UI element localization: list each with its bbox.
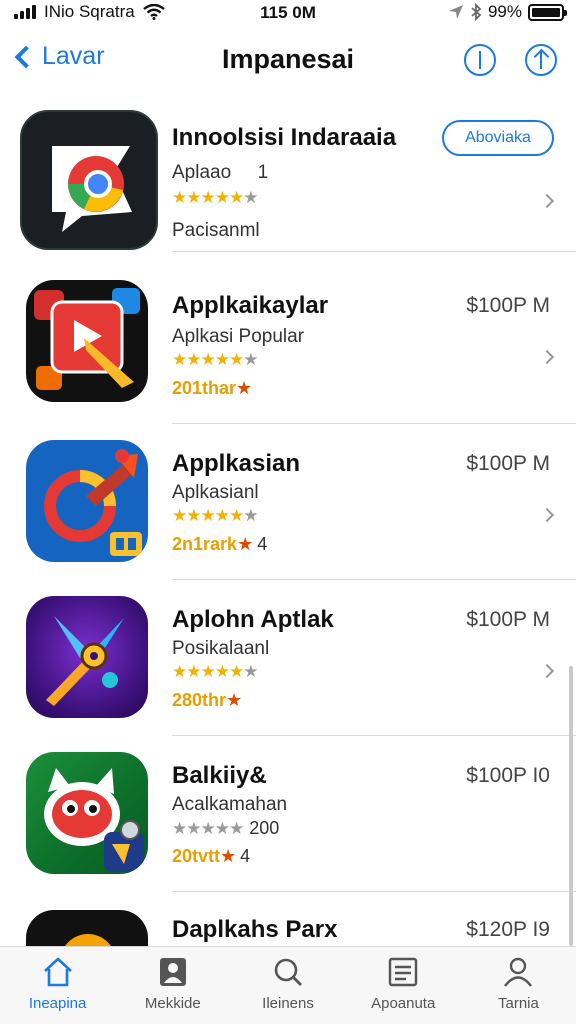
tab-label: Ineapina (28, 995, 87, 1012)
portrait-icon (159, 958, 186, 986)
price-label[interactable]: $100P M (466, 294, 550, 318)
info-icon[interactable] (464, 44, 496, 76)
tab-label: Tarnia (497, 995, 539, 1012)
star-rating: ★★★★★★ (172, 662, 258, 681)
rank-label: 20tvtt★ 4 (172, 846, 251, 866)
list-item[interactable]: Aplohn Aptlak $100P M Posikalaanl ★★★★★★… (0, 580, 576, 736)
rank-label: 280thr★ (172, 690, 243, 710)
app-name: Daplkahs Parx (172, 916, 338, 943)
list-item[interactable]: Balkiiy& $100P I0 Acalkamahan ★★★★★ 200 2… (0, 736, 576, 892)
app-name: Balkiiy& (172, 762, 267, 789)
battery-icon (528, 3, 567, 21)
app-meta: Pacisanml (172, 220, 260, 241)
app-icon-play-cursor (26, 280, 148, 402)
app-icon-cartoon-cat (26, 752, 148, 874)
app-name: Applkaikaylar (172, 292, 329, 319)
divider (172, 250, 576, 252)
list-item[interactable]: Applkasian $100P M Aplkasianl ★★★★★★ 2n1… (0, 424, 576, 580)
app-name: Innoolsisi Indaraaia (172, 124, 397, 151)
scrollbar[interactable] (569, 666, 573, 946)
rank-label: 2n1rark★ 4 (172, 534, 268, 554)
tab-profile[interactable]: Tarnia (461, 947, 576, 1024)
battery-fill (532, 7, 560, 17)
bluetooth-icon (471, 3, 482, 21)
share-icon[interactable] (525, 44, 557, 76)
person-icon (504, 957, 533, 987)
price-label[interactable]: $120P I9 (466, 918, 550, 942)
app-subtitle: Aplkasianl (172, 482, 259, 503)
chevron-right-icon (539, 193, 555, 209)
tab-label: Apoanuta (371, 995, 436, 1012)
star-rating: ★★★★★ 200 (172, 818, 280, 838)
rank-label: 201thar★ (172, 378, 253, 398)
star-rating: ★★★★★★ (172, 188, 258, 207)
chevron-right-icon (539, 349, 555, 365)
app-icon-refresh-arrow (26, 440, 148, 562)
price-label[interactable]: $100P I0 (466, 764, 550, 788)
get-button[interactable]: Aboviaka (442, 120, 554, 156)
tab-search[interactable]: Ileinens (230, 947, 345, 1024)
search-icon (274, 958, 302, 986)
location-icon (448, 5, 463, 19)
chevron-right-icon (539, 507, 555, 523)
list-item[interactable]: Applkaikaylar $100P M Aplkasi Popular ★★… (0, 268, 576, 424)
tab-list[interactable]: Apoanuta (346, 947, 461, 1024)
home-icon (43, 957, 72, 987)
chevron-left-icon (14, 45, 38, 68)
tab-home[interactable]: Ineapina (0, 947, 115, 1024)
list-icon (389, 957, 418, 987)
app-icon-chat-chrome (20, 110, 158, 250)
list-item[interactable]: Innoolsisi Indaraaia Aplaao 1 ★★★★★★ Pac… (0, 96, 576, 252)
app-subtitle: Posikalaanl (172, 638, 270, 659)
tab-label: Mekkide (144, 995, 201, 1012)
tab-label: Ileinens (262, 995, 314, 1012)
tab-bar: Ineapina Mekkide Ileinens Apoanuta Tarni… (0, 946, 576, 1024)
app-name: Applkasian (172, 450, 301, 477)
app-subtitle: Aplaao 1 (172, 162, 269, 183)
price-label[interactable]: $100P M (466, 452, 550, 476)
app-subtitle: Aplkasi Popular (172, 326, 305, 347)
back-button[interactable]: Lavar (10, 42, 105, 71)
star-rating: ★★★★★★ (172, 350, 258, 369)
tab-portrait[interactable]: Mekkide (115, 947, 230, 1024)
app-subtitle: Acalkamahan (172, 794, 288, 815)
app-icon-compass-sword (26, 596, 148, 718)
star-rating: ★★★★★★ (172, 506, 258, 525)
chevron-right-icon (539, 663, 555, 679)
app-name: Aplohn Aptlak (172, 606, 334, 633)
status-bar: INio Sqratra 115 0M 99% (0, 0, 576, 28)
back-label: Lavar (42, 42, 105, 70)
battery-percent: 99% (487, 2, 522, 21)
nav-bar: Lavar Impanesai (0, 30, 576, 92)
status-right: 99% (448, 2, 567, 22)
price-label[interactable]: $100P M (466, 608, 550, 632)
